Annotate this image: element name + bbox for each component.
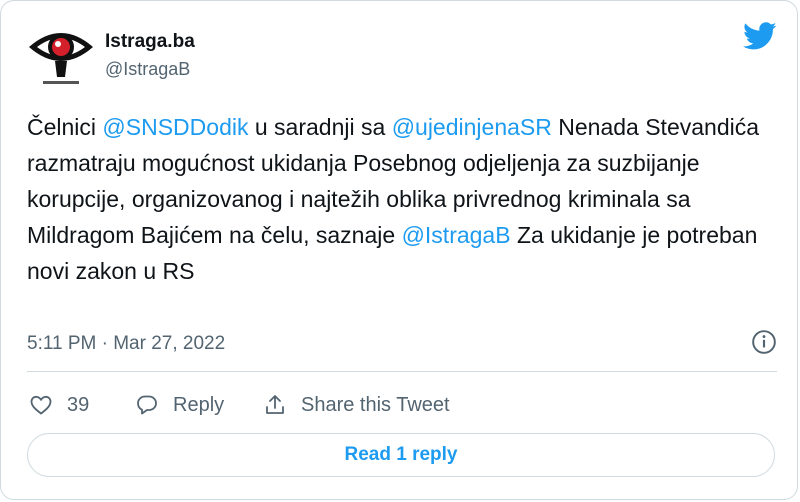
info-icon[interactable] bbox=[751, 329, 777, 355]
eye-logo-icon bbox=[29, 33, 93, 84]
mention-istragab[interactable]: @IstragaB bbox=[402, 222, 511, 248]
reply-label: Reply bbox=[173, 393, 225, 416]
tweet-timestamp[interactable]: 5:11 PM · Mar 27, 2022 bbox=[27, 333, 225, 355]
avatar[interactable] bbox=[27, 25, 95, 87]
text-segment: Čelnici bbox=[27, 114, 103, 140]
author-name[interactable]: Istraga.ba bbox=[105, 31, 195, 53]
tweet-text: Čelnici @SNSDDodik u saradnji sa @ujedin… bbox=[27, 109, 777, 289]
like-button[interactable]: 39 bbox=[29, 389, 89, 421]
action-bar: 39 Reply Share this Tweet bbox=[27, 389, 777, 421]
divider bbox=[27, 371, 777, 372]
meta-row: 5:11 PM · Mar 27, 2022 bbox=[27, 329, 777, 359]
mention-ujedinjenasr[interactable]: @ujedinjenaSR bbox=[392, 114, 552, 140]
mention-snsddodik[interactable]: @SNSDDodik bbox=[102, 114, 248, 140]
tweet-card: Istraga.ba @IstragaB Čelnici @SNSDDodik … bbox=[0, 0, 798, 500]
twitter-bird-icon[interactable] bbox=[743, 19, 777, 53]
reply-button[interactable]: Reply bbox=[135, 389, 224, 421]
author-handle[interactable]: @IstragaB bbox=[105, 59, 190, 80]
text-segment: u saradnji sa bbox=[248, 114, 392, 140]
like-count: 39 bbox=[67, 393, 90, 416]
share-icon bbox=[266, 395, 284, 414]
reply-bubble-icon bbox=[137, 395, 157, 415]
heart-icon bbox=[30, 395, 52, 415]
share-button[interactable]: Share this Tweet bbox=[263, 389, 450, 421]
share-label: Share this Tweet bbox=[301, 393, 450, 416]
read-replies-button[interactable]: Read 1 reply bbox=[27, 433, 775, 477]
tweet-header: Istraga.ba @IstragaB bbox=[27, 19, 777, 89]
